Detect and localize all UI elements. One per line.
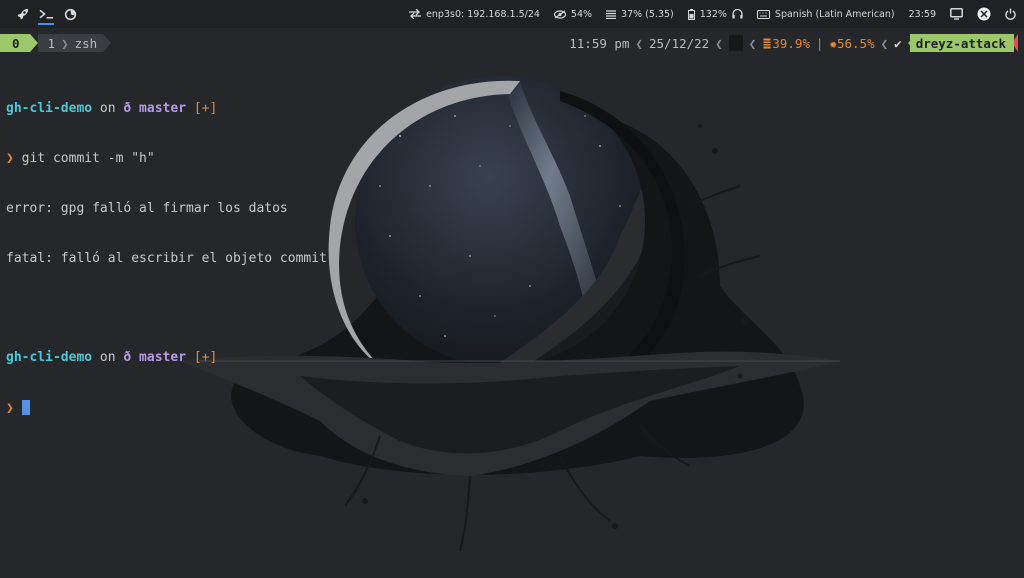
volume-status[interactable]: 54% bbox=[553, 8, 593, 20]
cpu-usage: 39.9% bbox=[762, 36, 810, 51]
tmux-status-bar: 0 1 ❯ zsh 11:59 pm ❮ 25/12/22 ❮ ❮ 39.9% … bbox=[0, 34, 1024, 52]
keyboard-icon bbox=[756, 9, 770, 19]
eye-icon bbox=[553, 9, 566, 19]
chevron-left-icon: ❮ bbox=[748, 35, 757, 51]
mem-value: 56.5% bbox=[836, 35, 875, 51]
tmux-session[interactable]: 0 bbox=[0, 34, 30, 52]
prompt-git-status: [+] bbox=[186, 350, 218, 366]
screen-button[interactable] bbox=[950, 8, 963, 20]
top-panel: enp3s0: 192.168.1.5/24 54% 37% (5.35) 13… bbox=[0, 0, 1024, 28]
power-icon bbox=[1005, 8, 1016, 20]
chevron-left-icon: ❮ bbox=[635, 35, 643, 51]
prompt-caret: ❯ bbox=[6, 150, 14, 166]
prompt-line: gh-cli-demo on ð master [+] bbox=[6, 350, 327, 367]
audio-status[interactable]: 132% bbox=[687, 8, 743, 20]
clock-label: 23:59 bbox=[908, 8, 936, 20]
powerline-separator bbox=[29, 34, 38, 52]
prompt-branch: master bbox=[131, 350, 187, 366]
keyboard-layout[interactable]: Spanish (Latin American) bbox=[756, 8, 895, 20]
command-text: git commit -m "h" bbox=[21, 150, 155, 166]
text-cursor bbox=[21, 399, 30, 415]
divider: | bbox=[815, 35, 824, 51]
clock[interactable]: 23:59 bbox=[909, 9, 936, 20]
command-line: ❯ git commit -m "h" bbox=[6, 151, 327, 168]
do-not-disturb-icon bbox=[977, 7, 991, 21]
input-line[interactable]: ❯ bbox=[6, 399, 327, 417]
volume-label: 54% bbox=[570, 8, 593, 20]
checkmark-icon: ✔ bbox=[894, 35, 902, 51]
prompt-git-status: [+] bbox=[186, 101, 218, 117]
gear-icon: ✹ bbox=[829, 35, 837, 51]
memory-label: 37% (5.35) bbox=[621, 8, 674, 20]
tmux-time: 11:59 pm bbox=[569, 35, 630, 51]
memory-status[interactable]: 37% (5.35) bbox=[606, 9, 674, 20]
output-line: error: gpg falló al firmar los datos bbox=[6, 200, 288, 216]
prefix-indicator bbox=[728, 35, 743, 51]
network-label: enp3s0: 192.168.1.5/24 bbox=[426, 8, 540, 20]
terminal-output[interactable]: gh-cli-demo on ð master [+] ❯ git commit… bbox=[6, 68, 327, 433]
rocket-icon[interactable] bbox=[10, 0, 34, 28]
notifications-button[interactable] bbox=[977, 7, 991, 21]
tmux-hostname: dreyz-attack bbox=[909, 34, 1014, 52]
tmux-left: 0 1 ❯ zsh bbox=[0, 34, 112, 52]
firefox-icon[interactable] bbox=[58, 0, 82, 28]
prompt-on: on bbox=[92, 350, 124, 366]
network-arrows-icon bbox=[409, 9, 422, 19]
prompt-branch: master bbox=[131, 101, 187, 117]
chevron-left-icon: ❮ bbox=[880, 35, 889, 51]
tmux-window-index: 1 bbox=[47, 35, 56, 51]
launcher-area bbox=[0, 0, 82, 28]
prompt-on: on bbox=[92, 101, 124, 117]
headphones-icon bbox=[732, 9, 743, 19]
prompt-line: gh-cli-demo on ð master [+] bbox=[6, 101, 327, 118]
status-area: enp3s0: 192.168.1.5/24 54% 37% (5.35) 13… bbox=[395, 0, 1024, 28]
mem-usage: ✹56.5% bbox=[829, 36, 874, 51]
battery-icon bbox=[687, 8, 695, 20]
cpu-icon bbox=[762, 38, 773, 48]
host-segment: dreyz-attack bbox=[907, 34, 1018, 52]
monitor-icon bbox=[950, 8, 963, 20]
power-button[interactable] bbox=[1005, 8, 1016, 20]
tmux-date: 25/12/22 bbox=[649, 35, 710, 51]
output-line: fatal: falló al escribir el objeto commi… bbox=[6, 250, 327, 266]
prompt-directory: gh-cli-demo bbox=[6, 101, 93, 117]
network-status[interactable]: enp3s0: 192.168.1.5/24 bbox=[409, 9, 540, 20]
tmux-window-name: zsh bbox=[74, 35, 98, 51]
prompt-directory: gh-cli-demo bbox=[6, 350, 93, 366]
tmux-right: 11:59 pm ❮ 25/12/22 ❮ ❮ 39.9% | ✹56.5% ❮… bbox=[569, 34, 1024, 52]
memory-icon bbox=[606, 9, 617, 19]
terminal-icon[interactable] bbox=[34, 0, 58, 28]
audio-label: 132% bbox=[699, 8, 727, 20]
chevron-left-icon: ❮ bbox=[715, 35, 723, 51]
chevron-right-icon: ❯ bbox=[61, 35, 69, 51]
prompt-caret: ❯ bbox=[6, 400, 14, 416]
tmux-window[interactable]: 1 ❯ zsh bbox=[37, 34, 104, 52]
cpu-value: 39.9% bbox=[772, 35, 810, 51]
powerline-separator bbox=[103, 34, 112, 52]
keyboard-label: Spanish (Latin American) bbox=[774, 8, 895, 20]
